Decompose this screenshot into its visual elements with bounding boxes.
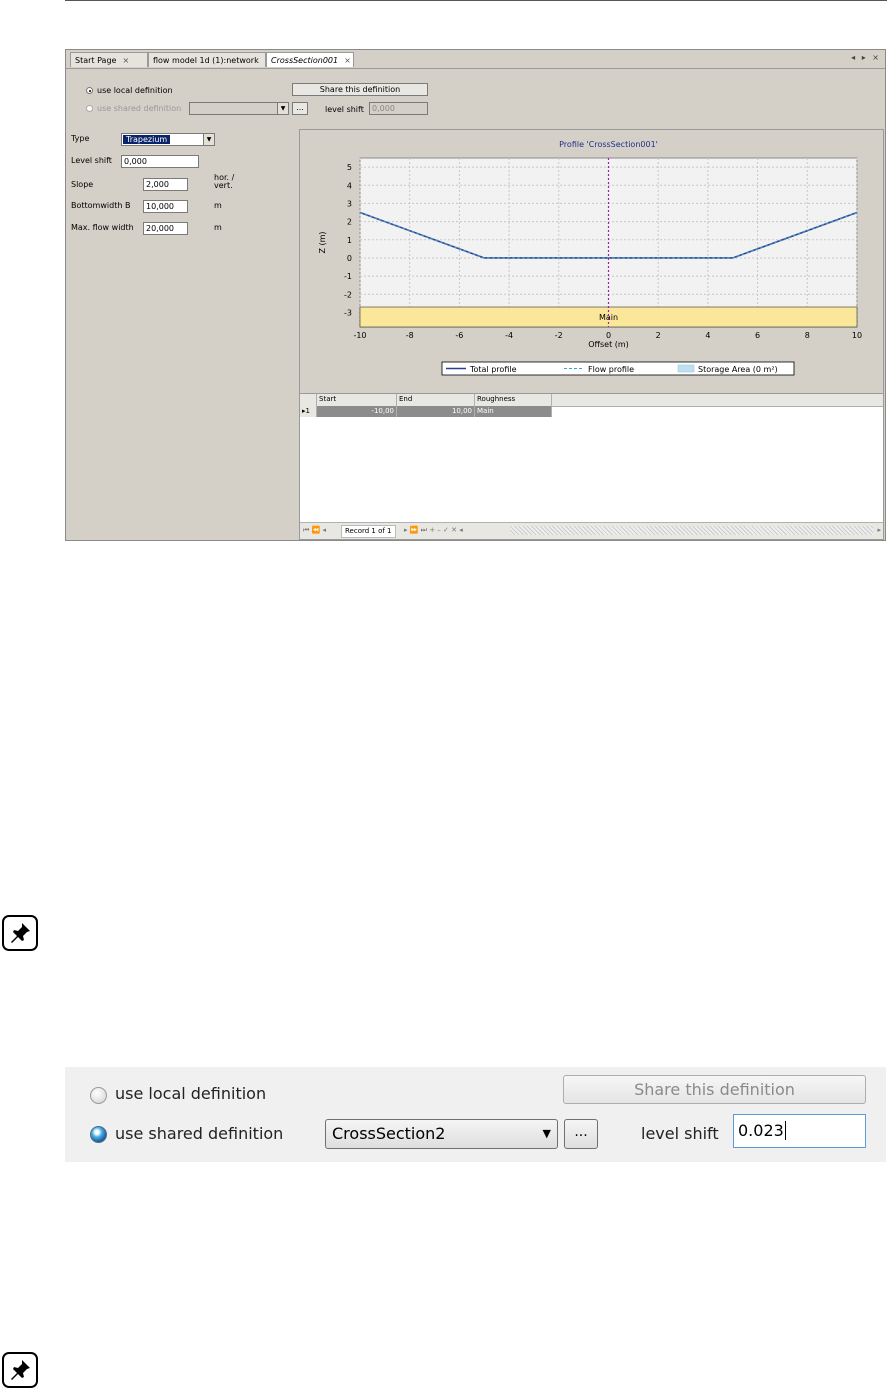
- record-counter: Record 1 of 1: [341, 525, 396, 538]
- shared-definition-select[interactable]: ▼: [189, 102, 289, 115]
- close-icon[interactable]: ×: [344, 56, 351, 65]
- row-indicator-header: [300, 394, 317, 406]
- y-tick-label: 4: [347, 181, 352, 190]
- y-tick-label: -2: [344, 290, 352, 299]
- column-header-roughness[interactable]: Roughness: [475, 394, 552, 406]
- shared-definition-zoom-screenshot: use local definition use shared definiti…: [65, 1067, 886, 1162]
- x-tick-label: -4: [505, 331, 513, 340]
- bottomwidth-unit: m: [214, 201, 222, 210]
- bottomwidth-label: Bottomwidth B: [71, 201, 131, 210]
- local-definition-label: use local definition: [115, 1084, 267, 1103]
- bottomwidth-input[interactable]: 10,000: [143, 200, 188, 213]
- x-tick-label: 4: [705, 331, 710, 340]
- scroll-right-button[interactable]: ▸: [877, 526, 881, 534]
- selected-definition: CrossSection2: [332, 1124, 446, 1143]
- x-axis-label: Offset (m): [588, 340, 629, 349]
- browse-shared-button[interactable]: ...: [292, 102, 308, 115]
- x-tick-label: -8: [406, 331, 414, 340]
- level-shift-label: level shift: [325, 105, 364, 114]
- document-tab-bar: Start Page× flow model 1d (1):network× C…: [66, 50, 885, 69]
- local-definition-label: use local definition: [97, 86, 173, 95]
- close-icon[interactable]: ×: [122, 56, 129, 65]
- level-shift-prop-label: Level shift: [71, 156, 112, 165]
- slope-input[interactable]: 2,000: [143, 178, 188, 191]
- cell-start[interactable]: -10,00: [317, 406, 397, 417]
- shared-definition-label: use shared definition: [115, 1124, 284, 1143]
- maxflow-input[interactable]: 20,000: [143, 222, 188, 235]
- horizontal-scrollbar[interactable]: [510, 526, 873, 535]
- legend-flow-profile-label: Flow profile: [588, 365, 634, 374]
- x-tick-label: 6: [755, 331, 760, 340]
- chevron-down-icon: ▼: [542, 1127, 551, 1140]
- shared-definition-radio[interactable]: [90, 1126, 107, 1143]
- column-header-start[interactable]: Start: [317, 394, 397, 406]
- navigator-first-prev-buttons[interactable]: ⏮ ⏪ ◂: [303, 526, 326, 535]
- cell-end[interactable]: 10,00: [397, 406, 475, 417]
- chevron-down-icon: ▼: [277, 103, 288, 114]
- row-indicator: ▸1: [300, 406, 317, 417]
- type-selected-value: Trapezium: [123, 135, 171, 144]
- maxflow-label: Max. flow width: [71, 223, 134, 232]
- level-shift-label: level shift: [641, 1124, 719, 1143]
- y-tick-label: 3: [347, 199, 352, 208]
- type-select[interactable]: Trapezium ▼: [121, 133, 215, 146]
- browse-shared-button[interactable]: ...: [564, 1119, 598, 1149]
- x-tick-label: 0: [606, 331, 611, 340]
- level-shift-input[interactable]: 0.023: [733, 1114, 866, 1148]
- tab-label: Start Page: [75, 56, 117, 65]
- shared-definition-select[interactable]: CrossSection2 ▼: [325, 1119, 558, 1149]
- tab-start-page[interactable]: Start Page ×: [70, 52, 148, 67]
- level-shift-prop-input[interactable]: 0,000: [121, 155, 199, 168]
- cross-section-editor-screenshot: Start Page× flow model 1d (1):network× C…: [65, 49, 886, 541]
- y-tick-label: 2: [347, 218, 352, 227]
- tab-label: CrossSection001: [271, 56, 339, 65]
- cell-roughness[interactable]: Main: [475, 406, 552, 417]
- y-tick-label: 1: [347, 236, 352, 245]
- slope-unit: hor. / vert.: [214, 173, 235, 190]
- x-tick-label: 8: [805, 331, 810, 340]
- y-tick-label: 5: [347, 163, 352, 172]
- roughness-table: Start End Roughness ▸1 -10,00 10,00 Main…: [299, 393, 884, 540]
- local-definition-radio[interactable]: [90, 1087, 107, 1104]
- x-tick-label: 10: [852, 331, 862, 340]
- tab-label: flow model 1d (1):network: [153, 56, 259, 65]
- y-tick-label: -1: [344, 272, 352, 281]
- column-header-end[interactable]: End: [397, 394, 475, 406]
- y-axis-label: Z (m): [318, 231, 327, 253]
- type-label: Type: [71, 134, 90, 143]
- shared-definition-radio[interactable]: [86, 105, 93, 112]
- shared-definition-label: use shared definition: [97, 104, 182, 113]
- x-tick-label: -6: [455, 331, 463, 340]
- share-definition-button[interactable]: Share this definition: [292, 83, 428, 96]
- pin-note-icon: [2, 915, 38, 951]
- y-tick-label: 0: [347, 254, 352, 263]
- chevron-down-icon: ▼: [203, 134, 214, 145]
- legend-total-profile-label: Total profile: [469, 365, 517, 374]
- x-tick-label: -10: [353, 331, 366, 340]
- x-tick-label: -2: [555, 331, 563, 340]
- legend-storage-label: Storage Area (0 m²): [698, 365, 778, 374]
- chart-title: Profile 'CrossSection001': [559, 140, 658, 149]
- profile-chart: Main-10 -8 -6 -4 -2 0 2 4 6 8 10-3-2-1012345Profil…: [318, 140, 862, 376]
- share-definition-button[interactable]: Share this definition: [563, 1075, 866, 1104]
- legend-storage-swatch: [677, 364, 695, 373]
- level-shift-input[interactable]: 0,000: [369, 102, 428, 115]
- y-tick-label: -3: [344, 308, 352, 317]
- page-header-rule: [65, 0, 887, 1]
- tab-crosssection001[interactable]: CrossSection001 ×: [266, 52, 354, 67]
- slope-label: Slope: [71, 180, 94, 189]
- navigator-next-last-buttons[interactable]: ▸ ⏩ ⏭ + – ✓ ✕ ◂: [404, 526, 463, 535]
- level-shift-value: 0.023: [738, 1121, 784, 1140]
- tab-scroll-controls[interactable]: ◂ ▸ ×: [851, 53, 881, 62]
- record-navigator: ⏮ ⏪ ◂ Record 1 of 1 ▸ ⏩ ⏭ + – ✓ ✕ ◂ ▸: [300, 522, 883, 539]
- tab-flow-model-network[interactable]: flow model 1d (1):network×: [148, 52, 271, 67]
- text-cursor: [784, 1121, 786, 1140]
- local-definition-radio[interactable]: [86, 87, 93, 94]
- pin-note-icon: [2, 1352, 38, 1388]
- x-tick-label: 2: [656, 331, 661, 340]
- maxflow-unit: m: [214, 223, 222, 232]
